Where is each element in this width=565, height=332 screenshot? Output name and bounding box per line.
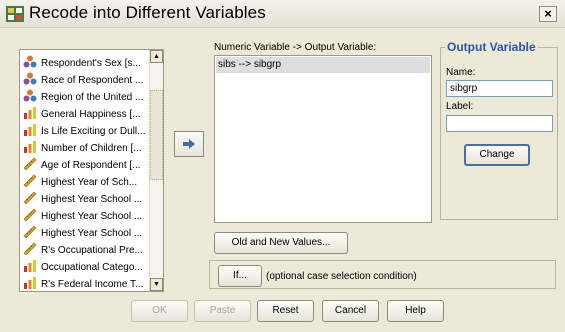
source-variable-list[interactable]: Respondent's Sex [s... Race of Respondent… bbox=[19, 49, 164, 292]
variable-list-label: Highest Year School ... bbox=[41, 211, 143, 222]
scale-icon bbox=[23, 191, 41, 205]
variable-list-label: Respondent's Sex [s... bbox=[41, 58, 141, 69]
paste-button[interactable]: Paste bbox=[194, 300, 251, 322]
numeric-variable-label: Numeric Variable -> Output Variable: bbox=[214, 42, 377, 53]
close-icon[interactable]: × bbox=[539, 6, 557, 22]
numeric-variable-list[interactable]: sibs --> sibgrp bbox=[214, 55, 432, 223]
variable-list-label: Race of Respondent ... bbox=[41, 75, 144, 86]
variable-list-item[interactable]: Highest Year of Sch... bbox=[23, 174, 150, 191]
ordinal-icon bbox=[23, 277, 41, 290]
ordinal-icon bbox=[23, 124, 41, 137]
variable-list-item[interactable]: R's Federal Income T... bbox=[23, 276, 150, 293]
variable-list-label: Age of Respondent [... bbox=[41, 160, 141, 171]
scroll-up-icon[interactable]: ▲ bbox=[150, 50, 163, 63]
scroll-down-icon[interactable]: ▼ bbox=[150, 278, 163, 291]
title-bar: Recode into Different Variables × bbox=[0, 0, 565, 28]
ok-button[interactable]: OK bbox=[131, 300, 188, 322]
spss-app-icon bbox=[6, 6, 24, 22]
nominal-icon bbox=[23, 55, 41, 69]
ordinal-icon bbox=[23, 260, 41, 273]
output-variable-title: Output Variable bbox=[445, 40, 538, 54]
label-field[interactable] bbox=[446, 115, 553, 132]
window-title: Recode into Different Variables bbox=[29, 3, 266, 22]
variable-list-item[interactable]: Is Life Exciting or Dull... bbox=[23, 123, 150, 140]
scale-icon bbox=[23, 242, 41, 256]
name-field[interactable]: sibgrp bbox=[446, 80, 553, 97]
variable-list-label: R's Federal Income T... bbox=[41, 279, 144, 290]
variable-list-label: Is Life Exciting or Dull... bbox=[41, 126, 146, 137]
scale-icon bbox=[23, 174, 41, 188]
nominal-icon bbox=[23, 89, 41, 103]
list-scrollbar[interactable]: ▲ ▼ bbox=[149, 50, 163, 291]
variable-list-item[interactable]: General Happiness [... bbox=[23, 106, 150, 123]
scale-icon bbox=[23, 157, 41, 171]
variable-list-item[interactable]: Highest Year School ... bbox=[23, 208, 150, 225]
move-variable-button[interactable] bbox=[174, 131, 204, 157]
variable-list-item[interactable]: Region of the United ... bbox=[23, 89, 150, 106]
variable-list-label: Region of the United ... bbox=[41, 92, 144, 103]
help-button[interactable]: Help bbox=[387, 300, 444, 322]
variable-list-item[interactable]: Highest Year School ... bbox=[23, 191, 150, 208]
variable-list-label: Occupational Catego... bbox=[41, 262, 143, 273]
arrow-right-icon bbox=[183, 139, 195, 149]
recode-dialog: Recode into Different Variables × Respon… bbox=[0, 0, 565, 332]
ordinal-icon bbox=[23, 107, 41, 120]
if-description: (optional case selection condition) bbox=[266, 271, 417, 282]
old-and-new-values-button[interactable]: Old and New Values... bbox=[214, 232, 348, 254]
scroll-thumb[interactable] bbox=[150, 90, 163, 180]
list-item[interactable]: sibs --> sibgrp bbox=[216, 57, 430, 73]
variable-list-item[interactable]: Race of Respondent ... bbox=[23, 72, 150, 89]
if-button[interactable]: If... bbox=[218, 265, 262, 287]
variable-list-label: Number of Children [... bbox=[41, 143, 142, 154]
cancel-button[interactable]: Cancel bbox=[322, 300, 379, 322]
variable-list-item[interactable]: Occupational Catego... bbox=[23, 259, 150, 276]
label-label: Label: bbox=[446, 101, 474, 112]
nominal-icon bbox=[23, 72, 41, 86]
scale-icon bbox=[23, 225, 41, 239]
name-label: Name: bbox=[446, 67, 476, 78]
variable-list-item[interactable]: Highest Year School ... bbox=[23, 225, 150, 242]
scale-icon bbox=[23, 208, 41, 222]
variable-list-label: Highest Year of Sch... bbox=[41, 177, 138, 188]
variable-list-label: General Happiness [... bbox=[41, 109, 141, 120]
variable-list-item[interactable]: Age of Respondent [... bbox=[23, 157, 150, 174]
ordinal-icon bbox=[23, 141, 41, 154]
variable-list-item[interactable]: Respondent's Sex [s... bbox=[23, 55, 150, 72]
reset-button[interactable]: Reset bbox=[257, 300, 314, 322]
variable-list-item[interactable]: Number of Children [... bbox=[23, 140, 150, 157]
variable-list-item[interactable]: R's Occupational Pre... bbox=[23, 242, 150, 259]
variable-list-label: Highest Year School ... bbox=[41, 228, 143, 239]
variable-list-label: Highest Year School ... bbox=[41, 194, 143, 205]
variable-list-label: R's Occupational Pre... bbox=[41, 245, 143, 256]
change-button[interactable]: Change bbox=[464, 144, 530, 166]
